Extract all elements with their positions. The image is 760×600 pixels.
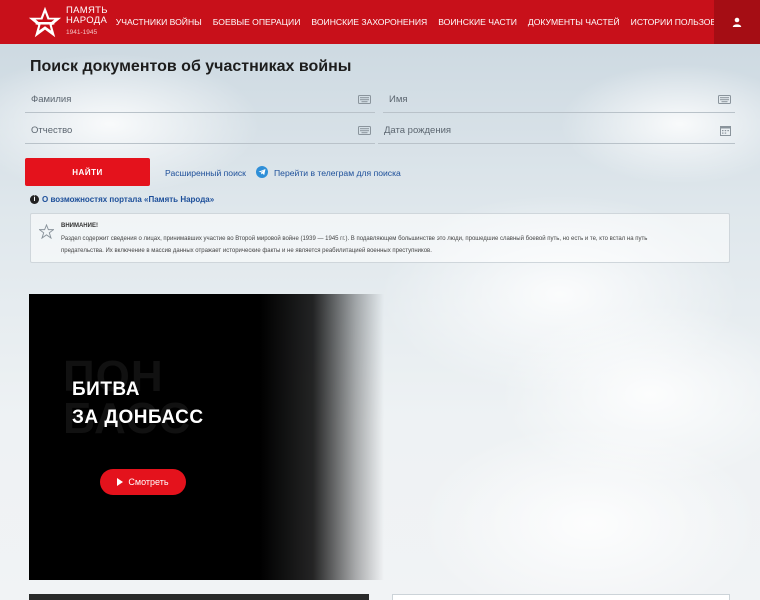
logo-years: 1941-1945: [66, 29, 98, 36]
keyboard-icon[interactable]: [358, 126, 371, 135]
surname-field-wrap: [25, 87, 375, 113]
star-logo-icon: [28, 6, 62, 38]
user-account-button[interactable]: [714, 0, 760, 44]
calendar-icon[interactable]: [720, 125, 731, 136]
promo-banner[interactable]: ПОН БАСС БИТВА ЗА ДОНБАСС Смотреть: [29, 294, 384, 580]
user-icon: [732, 17, 742, 27]
page-title: Поиск документов об участниках войны: [30, 58, 352, 75]
nav-item-unit-documents[interactable]: ДОКУМЕНТЫ ЧАСТЕЙ: [528, 17, 620, 27]
telegram-icon[interactable]: [256, 166, 268, 178]
watch-button-label: Смотреть: [128, 477, 169, 487]
birthdate-field-wrap: [378, 118, 735, 144]
nav-item-burials[interactable]: ВОИНСКИЕ ЗАХОРОНЕНИЯ: [311, 17, 427, 27]
surname-input[interactable]: [25, 94, 323, 105]
warning-line-2: предательства. Их включение в массив дан…: [61, 248, 432, 254]
patronymic-input[interactable]: [25, 125, 323, 136]
watch-button[interactable]: Смотреть: [100, 469, 186, 495]
logo-line2: НАРОДА: [66, 15, 108, 26]
warning-text: Раздел содержит сведения о лицах, приним…: [61, 233, 721, 257]
nav-item-participants[interactable]: УЧАСТНИКИ ВОЙНЫ: [116, 17, 202, 27]
keyboard-icon[interactable]: [718, 95, 731, 104]
birthdate-input[interactable]: [378, 125, 682, 136]
name-input[interactable]: [383, 94, 683, 105]
warning-line-1: Раздел содержит сведения о лицах, приним…: [61, 236, 648, 242]
nav-item-units[interactable]: ВОИНСКИЕ ЧАСТИ: [438, 17, 517, 27]
banner-title: БИТВА ЗА ДОНБАСС: [72, 376, 204, 432]
nav-item-operations[interactable]: БОЕВЫЕ ОПЕРАЦИИ: [213, 17, 301, 27]
site-logo[interactable]: ПАМЯТЬ НАРОДА 1941-1945: [28, 0, 108, 44]
warning-box: ВНИМАНИЕ! Раздел содержит сведения о лиц…: [30, 213, 730, 263]
advanced-search-link[interactable]: Расширенный поиск: [165, 168, 246, 178]
telegram-search-link[interactable]: Перейти в телеграм для поиска: [274, 168, 401, 178]
banner-title-line-1: БИТВА: [72, 379, 140, 400]
play-icon: [117, 478, 124, 486]
star-outline-icon: [39, 224, 54, 239]
warning-title: ВНИМАНИЕ!: [61, 223, 98, 229]
banner-title-line-2: ЗА ДОНБАСС: [72, 407, 204, 428]
portal-info: i О возможностях портала «Память Народа»: [30, 195, 214, 204]
info-icon: i: [30, 195, 39, 204]
name-field-wrap: [383, 87, 735, 113]
card-preview-left[interactable]: [29, 594, 369, 600]
top-header: ПАМЯТЬ НАРОДА 1941-1945 УЧАСТНИКИ ВОЙНЫ …: [0, 0, 760, 44]
main-nav: УЧАСТНИКИ ВОЙНЫ БОЕВЫЕ ОПЕРАЦИИ ВОИНСКИЕ…: [116, 17, 760, 27]
card-preview-right[interactable]: [392, 594, 730, 600]
portal-info-link[interactable]: О возможностях портала «Память Народа»: [42, 195, 214, 204]
keyboard-icon[interactable]: [358, 95, 371, 104]
find-button[interactable]: НАЙТИ: [25, 158, 150, 186]
patronymic-field-wrap: [25, 118, 375, 144]
